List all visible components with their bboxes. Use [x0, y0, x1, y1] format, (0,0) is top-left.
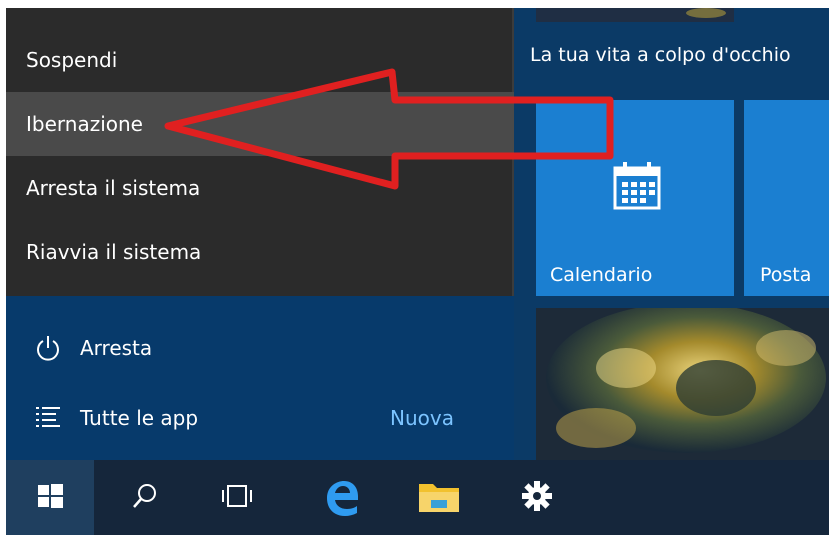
search-icon [130, 481, 160, 515]
task-view-icon [220, 481, 254, 515]
all-apps-button[interactable]: Tutte le app Nuova [6, 390, 522, 446]
start-menu-screenshot: Sospendi Ibernazione Arresta il sistema … [6, 8, 829, 535]
mail-tile[interactable]: Posta [744, 100, 829, 296]
menu-item-label: Riavvia il sistema [26, 240, 202, 264]
start-menu-left-column: Sospendi Ibernazione Arresta il sistema … [6, 8, 522, 460]
file-explorer-icon [417, 478, 461, 518]
menu-item-label: Ibernazione [26, 112, 143, 136]
menu-item-label: Arresta il sistema [26, 176, 201, 200]
settings-gear-icon [521, 480, 553, 516]
settings-button[interactable] [502, 460, 572, 535]
all-apps-label: Tutte le app [80, 406, 199, 430]
file-explorer-button[interactable] [404, 460, 474, 535]
new-badge: Nuova [390, 406, 454, 430]
start-button[interactable] [6, 460, 94, 535]
edge-button[interactable] [306, 460, 376, 535]
tiles-area: La tua vita a colpo d'occhio Calendario [514, 8, 829, 460]
power-icon [30, 320, 66, 376]
task-view-button[interactable] [202, 460, 272, 535]
edge-icon [321, 476, 361, 520]
photos-tile-image [536, 308, 829, 460]
calendar-icon [610, 160, 664, 218]
photos-tile[interactable] [536, 308, 829, 460]
calendar-tile[interactable]: Calendario [536, 100, 734, 296]
menu-item-sospendi[interactable]: Sospendi [6, 28, 514, 92]
taskbar [6, 460, 829, 535]
menu-item-riavvia-il-sistema[interactable]: Riavvia il sistema [6, 220, 514, 284]
menu-item-arresta-il-sistema[interactable]: Arresta il sistema [6, 156, 514, 220]
mail-tile-label: Posta [760, 264, 812, 286]
power-button-label: Arresta [80, 336, 153, 360]
power-options-flyout: Sospendi Ibernazione Arresta il sistema … [6, 8, 514, 296]
power-button[interactable]: Arresta [6, 320, 522, 376]
list-icon [30, 390, 66, 446]
search-button[interactable] [110, 460, 180, 535]
menu-item-ibernazione[interactable]: Ibernazione [6, 92, 514, 156]
calendar-tile-label: Calendario [550, 264, 653, 286]
tile-partial-image[interactable] [536, 8, 734, 22]
menu-item-label: Sospendi [26, 48, 118, 72]
tile-group-title: La tua vita a colpo d'occhio [530, 44, 791, 66]
windows-start-icon [35, 481, 65, 515]
